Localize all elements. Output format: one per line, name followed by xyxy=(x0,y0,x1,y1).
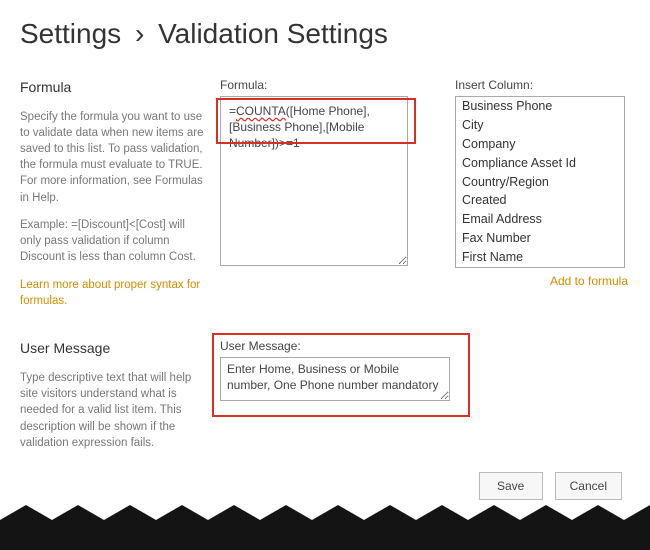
user-message-label: User Message: xyxy=(220,339,630,353)
formula-input[interactable]: =COUNTA([Home Phone],[Business Phone],[M… xyxy=(220,96,408,266)
syntax-help-link[interactable]: Learn more about proper syntax for formu… xyxy=(20,279,200,307)
insert-column-list[interactable]: Business PhoneCityCompanyCompliance Asse… xyxy=(455,96,625,268)
list-item[interactable]: Business Phone xyxy=(456,97,624,116)
section-formula: Formula Specify the formula you want to … xyxy=(20,78,630,309)
user-message-help: Type descriptive text that will help sit… xyxy=(20,370,204,450)
list-item[interactable]: Email Address xyxy=(456,210,624,229)
section-user-message: User Message Type descriptive text that … xyxy=(20,339,630,462)
list-item[interactable]: City xyxy=(456,116,624,135)
list-item[interactable]: First Name xyxy=(456,248,624,267)
chevron-right-icon: › xyxy=(129,18,150,49)
formula-help-2: Example: =[Discount]<[Cost] will only pa… xyxy=(20,217,204,265)
user-message-input[interactable] xyxy=(220,357,450,401)
list-item[interactable]: Created xyxy=(456,191,624,210)
list-item[interactable]: Full Name xyxy=(456,267,624,268)
page-title: Validation Settings xyxy=(158,18,388,49)
torn-edge-decoration xyxy=(0,500,650,550)
insert-column-label: Insert Column: xyxy=(455,78,630,92)
list-item[interactable]: Country/Region xyxy=(456,173,624,192)
cancel-button[interactable]: Cancel xyxy=(555,472,622,500)
breadcrumb: Settings › Validation Settings xyxy=(20,18,630,50)
formula-label: Formula: xyxy=(220,78,439,92)
list-item[interactable]: Fax Number xyxy=(456,229,624,248)
user-message-heading: User Message xyxy=(20,339,204,359)
breadcrumb-root[interactable]: Settings xyxy=(20,18,121,49)
footer-buttons: Save Cancel xyxy=(479,472,622,500)
formula-heading: Formula xyxy=(20,78,204,98)
add-to-formula-link[interactable]: Add to formula xyxy=(550,274,628,288)
list-item[interactable]: Compliance Asset Id xyxy=(456,154,624,173)
list-item[interactable]: Company xyxy=(456,135,624,154)
save-button[interactable]: Save xyxy=(479,472,543,500)
formula-help-1: Specify the formula you want to use to v… xyxy=(20,109,204,206)
